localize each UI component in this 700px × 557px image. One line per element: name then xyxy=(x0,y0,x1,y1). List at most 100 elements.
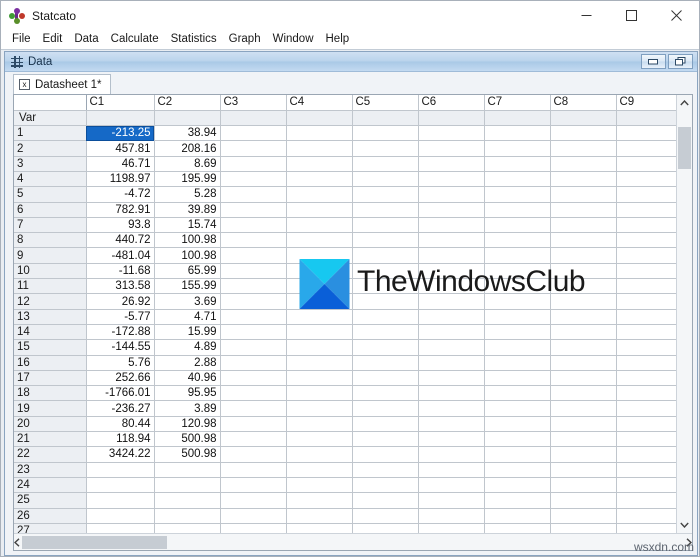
row-header-25[interactable]: 25 xyxy=(14,492,87,509)
cell-C6-23[interactable] xyxy=(418,462,485,478)
cell-C3-22[interactable] xyxy=(220,446,287,463)
cell-C8-22[interactable] xyxy=(550,446,617,463)
cell-C1-17[interactable]: 252.66 xyxy=(86,370,155,387)
cell-C2-27[interactable] xyxy=(154,523,221,533)
cell-C3-2[interactable] xyxy=(220,140,287,157)
cell-C6-1[interactable] xyxy=(418,125,485,142)
cell-C7-9[interactable] xyxy=(484,247,551,264)
cell-C1-24[interactable] xyxy=(86,477,155,494)
cell-C9-27[interactable] xyxy=(616,523,676,533)
cell-C1-7[interactable]: 93.8 xyxy=(86,217,155,234)
cell-C9-3[interactable] xyxy=(616,156,676,172)
row-header-3[interactable]: 3 xyxy=(14,156,87,172)
cell-C5-7[interactable] xyxy=(352,217,419,234)
cell-C6-17[interactable] xyxy=(418,370,485,387)
cell-C2-24[interactable] xyxy=(154,477,221,494)
cell-C2-13[interactable]: 4.71 xyxy=(154,309,221,325)
cell-C3-8[interactable] xyxy=(220,232,287,249)
cell-C5-24[interactable] xyxy=(352,477,419,494)
row-header-17[interactable]: 17 xyxy=(14,370,87,387)
cell-C4-17[interactable] xyxy=(286,370,353,387)
cell-C8-5[interactable] xyxy=(550,186,617,203)
cell-C7-2[interactable] xyxy=(484,140,551,157)
cell-C9-21[interactable] xyxy=(616,431,676,448)
cell-C5-4[interactable] xyxy=(352,171,419,188)
cell-C2-26[interactable] xyxy=(154,508,221,524)
cell-C1-15[interactable]: -144.55 xyxy=(86,339,155,356)
cell-C5-5[interactable] xyxy=(352,186,419,203)
cell-C4-7[interactable] xyxy=(286,217,353,234)
row-header-27[interactable]: 27 xyxy=(14,523,87,533)
cell-C2-23[interactable] xyxy=(154,462,221,478)
row-header-23[interactable]: 23 xyxy=(14,462,87,478)
cell-C9-18[interactable] xyxy=(616,385,676,402)
cell-C2-14[interactable]: 15.99 xyxy=(154,324,221,341)
cell-C7-16[interactable] xyxy=(484,355,551,371)
cell-C8-2[interactable] xyxy=(550,140,617,157)
cell-C7-15[interactable] xyxy=(484,339,551,356)
cell-C5-10[interactable] xyxy=(352,263,419,280)
cell-C2-12[interactable]: 3.69 xyxy=(154,293,221,310)
scroll-right-button[interactable] xyxy=(686,534,692,550)
row-header-6[interactable]: 6 xyxy=(14,202,87,218)
cell-C9-23[interactable] xyxy=(616,462,676,478)
cell-C9-14[interactable] xyxy=(616,324,676,341)
cell-C1-27[interactable] xyxy=(86,523,155,533)
cell-C4-11[interactable] xyxy=(286,278,353,295)
cell-C1-13[interactable]: -5.77 xyxy=(86,309,155,325)
var-name-c6[interactable] xyxy=(418,110,485,127)
row-header-10[interactable]: 10 xyxy=(14,263,87,280)
cell-C7-24[interactable] xyxy=(484,477,551,494)
cell-C6-4[interactable] xyxy=(418,171,485,188)
cell-C4-5[interactable] xyxy=(286,186,353,203)
cell-C8-23[interactable] xyxy=(550,462,617,478)
cell-C3-27[interactable] xyxy=(220,523,287,533)
cell-C1-22[interactable]: 3424.22 xyxy=(86,446,155,463)
var-name-c5[interactable] xyxy=(352,110,419,127)
cell-C4-21[interactable] xyxy=(286,431,353,448)
horizontal-scroll-track[interactable] xyxy=(20,534,686,551)
row-header-26[interactable]: 26 xyxy=(14,508,87,524)
data-window-maximize-button[interactable] xyxy=(668,54,693,69)
cell-C4-10[interactable] xyxy=(286,263,353,280)
cell-C2-6[interactable]: 39.89 xyxy=(154,202,221,218)
cell-C8-8[interactable] xyxy=(550,232,617,249)
cell-C8-15[interactable] xyxy=(550,339,617,356)
cell-C3-21[interactable] xyxy=(220,431,287,448)
cell-C8-20[interactable] xyxy=(550,416,617,433)
cell-C6-15[interactable] xyxy=(418,339,485,356)
cell-C3-16[interactable] xyxy=(220,355,287,371)
scroll-down-button[interactable] xyxy=(677,517,692,533)
cell-C6-2[interactable] xyxy=(418,140,485,157)
cell-C6-24[interactable] xyxy=(418,477,485,494)
cell-C5-27[interactable] xyxy=(352,523,419,533)
column-header-c3[interactable]: C3 xyxy=(220,95,287,111)
cell-C6-13[interactable] xyxy=(418,309,485,325)
cell-C5-16[interactable] xyxy=(352,355,419,371)
cell-C3-19[interactable] xyxy=(220,400,287,417)
cell-C2-1[interactable]: 38.94 xyxy=(154,125,221,142)
cell-C8-9[interactable] xyxy=(550,247,617,264)
cell-C6-25[interactable] xyxy=(418,492,485,509)
horizontal-scrollbar[interactable] xyxy=(14,533,692,550)
cell-C5-17[interactable] xyxy=(352,370,419,387)
cell-C4-23[interactable] xyxy=(286,462,353,478)
cell-C4-16[interactable] xyxy=(286,355,353,371)
var-name-c2[interactable] xyxy=(154,110,221,127)
cell-C4-26[interactable] xyxy=(286,508,353,524)
cell-C9-22[interactable] xyxy=(616,446,676,463)
row-header-16[interactable]: 16 xyxy=(14,355,87,371)
cell-C3-15[interactable] xyxy=(220,339,287,356)
cell-C4-14[interactable] xyxy=(286,324,353,341)
vertical-scroll-track[interactable] xyxy=(677,111,692,517)
cell-C9-2[interactable] xyxy=(616,140,676,157)
var-name-c4[interactable] xyxy=(286,110,353,127)
cell-C8-6[interactable] xyxy=(550,202,617,218)
cell-C5-19[interactable] xyxy=(352,400,419,417)
var-name-c8[interactable] xyxy=(550,110,617,127)
cell-C3-3[interactable] xyxy=(220,156,287,172)
cell-C6-8[interactable] xyxy=(418,232,485,249)
cell-C6-27[interactable] xyxy=(418,523,485,533)
row-header-14[interactable]: 14 xyxy=(14,324,87,341)
cell-C4-22[interactable] xyxy=(286,446,353,463)
